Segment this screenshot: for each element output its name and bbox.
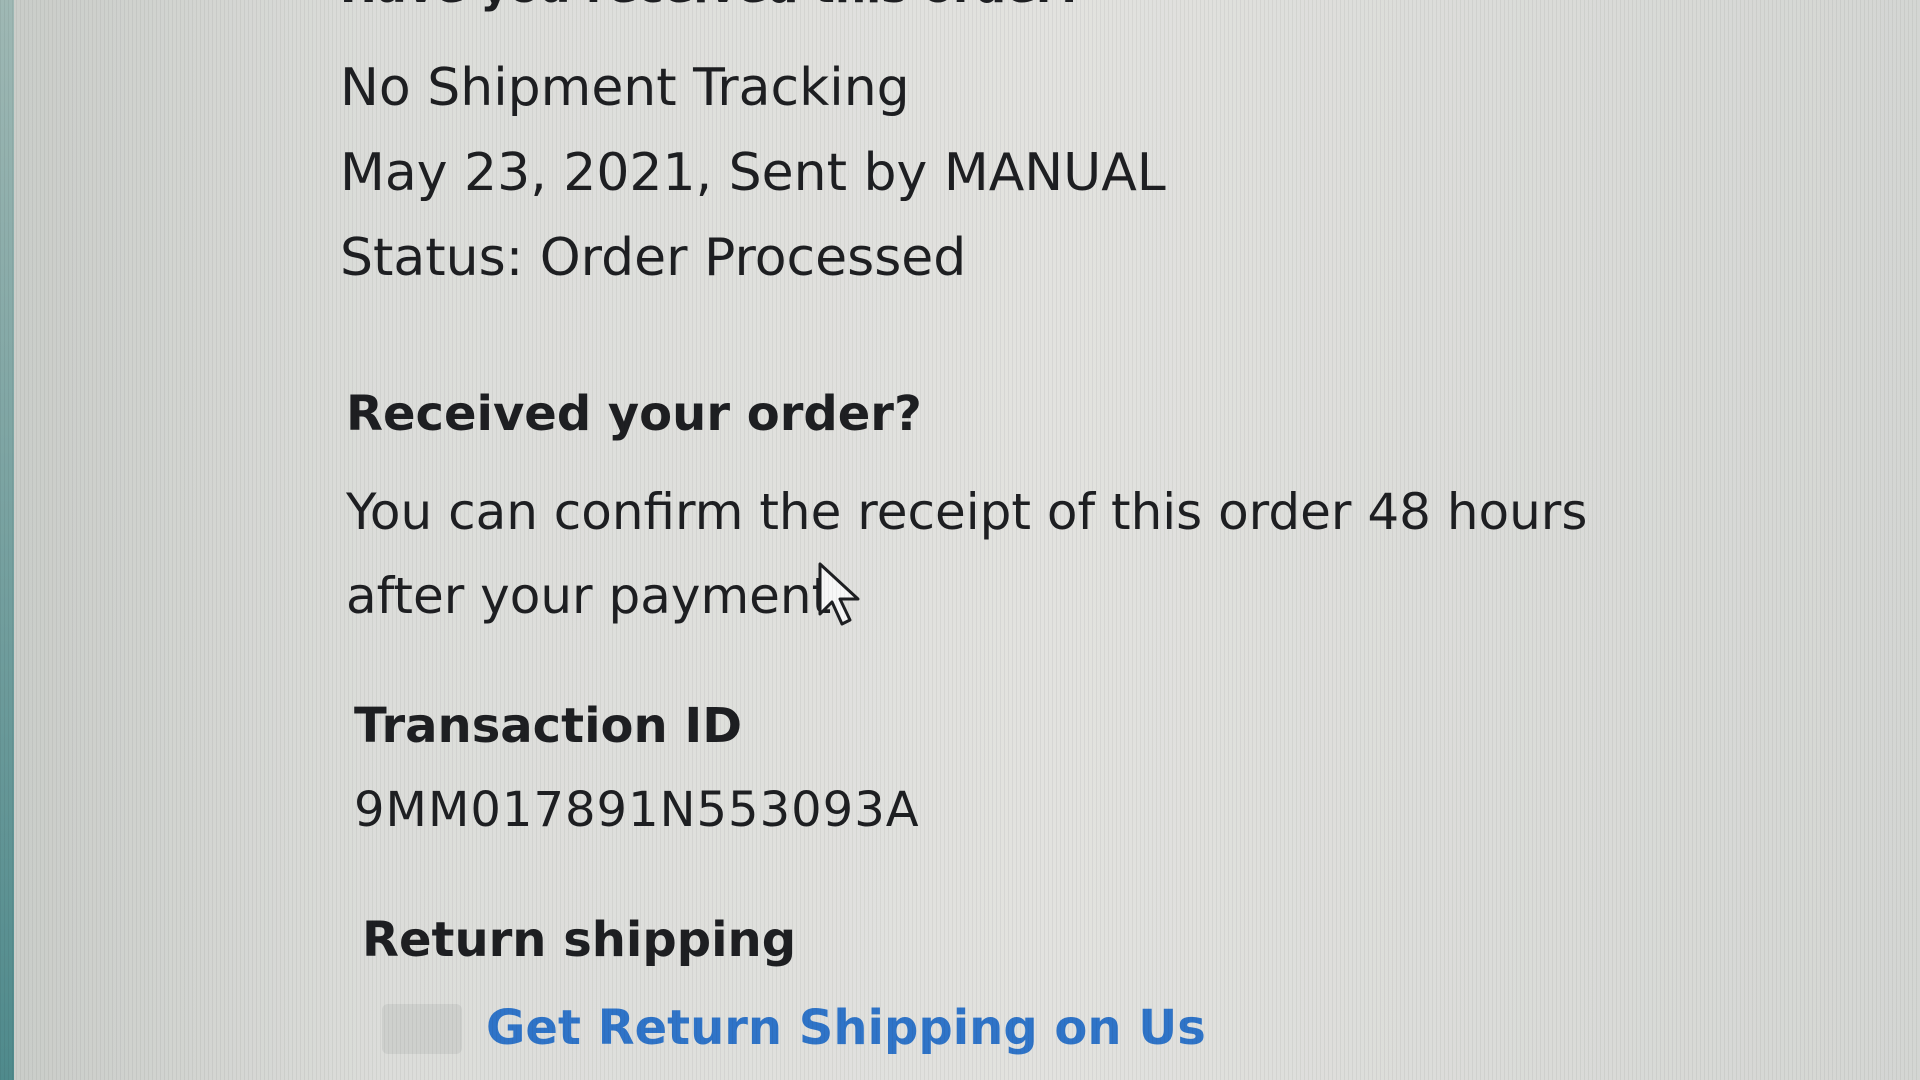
mouse-pointer-icon	[818, 562, 860, 626]
order-details-screen: Have you received this order? No Shipmen…	[0, 0, 1920, 1080]
get-return-shipping-link[interactable]: Get Return Shipping on Us	[486, 1000, 1206, 1056]
receipt-confirmation-text: You can confirm the receipt of this orde…	[346, 483, 1588, 625]
transaction-id-value: 9MM017891N553093A	[354, 782, 920, 838]
received-question-heading: Have you received this order?	[340, 0, 1083, 13]
received-order-heading: Received your order?	[346, 386, 922, 442]
shipment-date: May 23, 2021, Sent by MANUAL	[340, 143, 1166, 203]
transaction-id-label: Transaction ID	[354, 698, 743, 754]
order-status: Status: Order Processed	[340, 228, 967, 288]
return-shipping-icon[interactable]	[382, 1004, 462, 1054]
window-left-edge	[0, 0, 14, 1080]
return-shipping-label: Return shipping	[362, 912, 797, 968]
shipment-tracking-title: No Shipment Tracking	[340, 58, 910, 118]
